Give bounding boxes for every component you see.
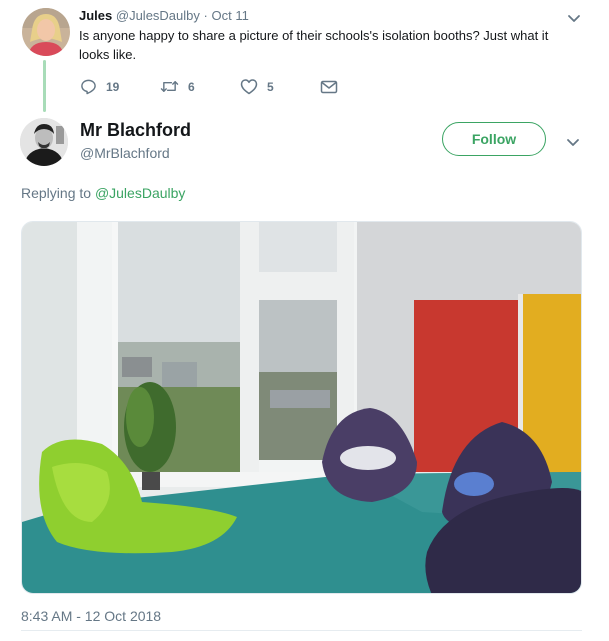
photo-isolation-room	[22, 222, 581, 593]
chevron-down-icon[interactable]	[565, 134, 581, 150]
parent-tweet-actions: 19 6 5	[80, 78, 338, 95]
thread-connector	[43, 60, 46, 112]
replying-to-handle[interactable]: @JulesDaulby	[95, 185, 185, 201]
like-count: 5	[267, 79, 274, 94]
separator-dot: ·	[203, 8, 208, 23]
divider	[21, 630, 582, 631]
follow-button[interactable]: Follow	[442, 122, 546, 156]
tweet-timestamp[interactable]: 8:43 AM - 12 Oct 2018	[21, 608, 161, 624]
parent-author-handle[interactable]: @JulesDaulby	[116, 8, 200, 23]
reply-icon	[81, 79, 96, 95]
author-name[interactable]: Mr Blachford	[80, 120, 191, 141]
author-avatar[interactable]	[20, 118, 68, 166]
reply-button[interactable]: 19	[80, 78, 160, 95]
retweet-icon	[160, 81, 179, 92]
reply-count: 19	[106, 79, 120, 94]
retweet-button[interactable]: 6	[160, 78, 240, 95]
parent-author-name[interactable]: Jules	[79, 8, 112, 23]
like-button[interactable]: 5	[240, 78, 320, 95]
tweet-photo[interactable]	[21, 221, 582, 594]
direct-message-button[interactable]	[320, 79, 338, 95]
parent-tweet-text: Is anyone happy to share a picture of th…	[79, 28, 549, 62]
replying-to: Replying to @JulesDaulby	[21, 185, 185, 201]
parent-tweet-date[interactable]: Oct 11	[211, 8, 248, 23]
author-handle[interactable]: @MrBlachford	[80, 145, 170, 161]
chevron-down-icon[interactable]	[566, 10, 582, 26]
message-icon	[320, 80, 338, 93]
parent-tweet-header: Jules @JulesDaulby · Oct 11	[79, 8, 249, 23]
replying-to-label: Replying to	[21, 185, 92, 201]
heart-icon	[240, 79, 258, 95]
retweet-count: 6	[188, 79, 195, 94]
parent-avatar[interactable]	[22, 8, 70, 56]
